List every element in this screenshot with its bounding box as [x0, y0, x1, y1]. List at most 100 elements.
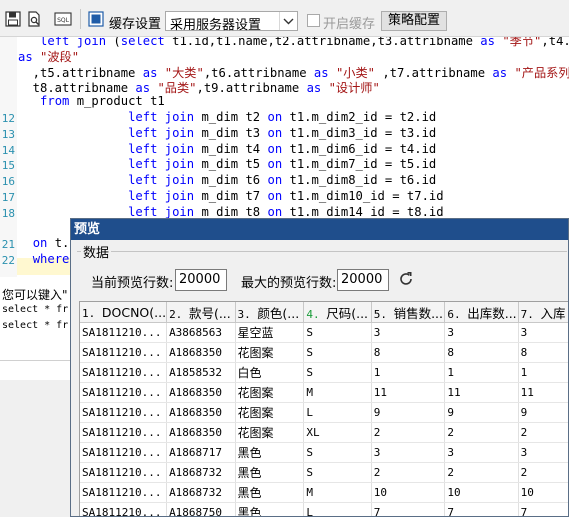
table-cell[interactable]: 3 [444, 322, 519, 343]
table-cell[interactable]: M [303, 382, 372, 403]
table-cell[interactable]: 8 [371, 342, 446, 363]
current-preview-rows-input[interactable]: 20000 [175, 269, 227, 291]
table-cell[interactable]: 1 [444, 362, 519, 383]
table-row[interactable]: SA1811210... A1868750 黑色 L 7 7 7 [80, 502, 568, 516]
table-cell[interactable]: A3868563 [166, 322, 236, 343]
enable-cache-checkbox[interactable] [307, 14, 320, 27]
command-history-item[interactable]: select * fr [2, 320, 68, 331]
table-row[interactable]: SA1811210... A1868350 花图案 XL 2 2 2 [80, 422, 568, 443]
table-cell[interactable]: SA1811210... [80, 442, 168, 463]
table-cell[interactable]: 星空蓝 [235, 322, 305, 343]
table-cell[interactable]: 7 [518, 502, 568, 516]
table-row[interactable]: SA1811210... A1868350 花图案 S 8 8 8 [80, 342, 568, 363]
table-cell[interactable]: A1868350 [166, 422, 236, 443]
table-cell[interactable]: 黑色 [235, 462, 305, 483]
table-cell[interactable]: 花图案 [235, 402, 305, 423]
table-cell[interactable]: SA1811210... [80, 382, 168, 403]
table-cell[interactable]: 3 [371, 442, 446, 463]
cache-mode-select[interactable]: 采用服务器设置 [165, 11, 298, 33]
column-header[interactable]: 5. 销售数... [371, 302, 446, 323]
table-cell[interactable]: 3 [518, 442, 568, 463]
table-cell[interactable]: A1868750 [166, 502, 236, 516]
table-cell[interactable]: 7 [371, 502, 446, 516]
table-cell[interactable]: 11 [371, 382, 446, 403]
table-cell[interactable]: A1868717 [166, 442, 236, 463]
table-cell[interactable]: 11 [518, 382, 568, 403]
table-cell[interactable]: A1868732 [166, 482, 236, 503]
table-cell[interactable]: S [303, 322, 372, 343]
column-header[interactable]: 6. 出库数... [444, 302, 519, 323]
policy-config-button[interactable]: 策略配置 [381, 11, 447, 31]
table-cell[interactable]: 2 [518, 422, 568, 443]
column-header[interactable]: 1. DOCNO(... [80, 302, 168, 323]
table-cell[interactable]: 10 [371, 482, 446, 503]
table-cell[interactable]: 2 [518, 462, 568, 483]
column-header[interactable]: 7. 入库 [518, 302, 568, 323]
refresh-icon[interactable] [398, 271, 414, 287]
table-cell[interactable]: SA1811210... [80, 482, 168, 503]
table-cell[interactable]: 10 [444, 482, 519, 503]
table-cell[interactable]: A1858532 [166, 362, 236, 383]
table-cell[interactable]: 9 [518, 402, 568, 423]
table-cell[interactable]: S [303, 442, 372, 463]
table-cell[interactable]: 1 [371, 362, 446, 383]
table-cell[interactable]: SA1811210... [80, 462, 168, 483]
table-row[interactable]: SA1811210... A1868732 黑色 M 10 10 10 [80, 482, 568, 503]
table-cell[interactable]: S [303, 342, 372, 363]
table-cell[interactable]: SA1811210... [80, 422, 168, 443]
table-cell[interactable]: L [303, 402, 372, 423]
table-cell[interactable]: 8 [444, 342, 519, 363]
save-icon[interactable] [5, 11, 21, 27]
table-cell[interactable]: A1868732 [166, 462, 236, 483]
preview-dialog-titlebar[interactable]: 预览 [71, 219, 568, 240]
table-cell[interactable]: 2 [371, 462, 446, 483]
column-header[interactable]: 2. 款号(... [166, 302, 236, 323]
table-cell[interactable]: SA1811210... [80, 342, 168, 363]
table-cell[interactable]: SA1811210... [80, 402, 168, 423]
table-cell[interactable]: 白色 [235, 362, 305, 383]
table-row[interactable]: SA1811210... A1868350 花图案 L 9 9 9 [80, 402, 568, 423]
table-row[interactable]: SA1811210... A3868563 星空蓝 S 3 3 3 [80, 322, 568, 343]
table-row[interactable]: SA1811210... A1868350 花图案 M 11 11 11 [80, 382, 568, 403]
table-row[interactable]: SA1811210... A1868732 黑色 S 2 2 2 [80, 462, 568, 483]
table-cell[interactable]: 1 [518, 362, 568, 383]
table-cell[interactable]: 10 [518, 482, 568, 503]
table-row[interactable]: SA1811210... A1858532 白色 S 1 1 1 [80, 362, 568, 383]
table-cell[interactable]: 花图案 [235, 422, 305, 443]
table-cell[interactable]: S [303, 362, 372, 383]
preview-data-grid[interactable]: 1. DOCNO(... 2. 款号(... 3. 颜色(... 4. 尺码(... 5… [79, 301, 568, 516]
table-cell[interactable]: 花图案 [235, 382, 305, 403]
table-cell[interactable]: XL [303, 422, 372, 443]
column-header[interactable]: 3. 颜色(... [235, 302, 305, 323]
table-cell[interactable]: 3 [444, 442, 519, 463]
table-cell[interactable]: 黑色 [235, 442, 305, 463]
table-cell[interactable]: 花图案 [235, 342, 305, 363]
command-history-item[interactable]: select * fr [2, 304, 68, 315]
table-cell[interactable]: L [303, 502, 372, 516]
column-header[interactable]: 4. 尺码(... [303, 302, 372, 323]
table-cell[interactable]: A1868350 [166, 402, 236, 423]
max-preview-rows-input[interactable]: 20000 [337, 269, 389, 291]
table-cell[interactable]: 2 [371, 422, 446, 443]
table-cell[interactable]: 3 [371, 322, 446, 343]
document-search-icon[interactable] [26, 11, 42, 27]
table-cell[interactable]: 8 [518, 342, 568, 363]
table-cell[interactable]: A1868350 [166, 382, 236, 403]
table-cell[interactable]: 2 [444, 422, 519, 443]
table-cell[interactable]: 黑色 [235, 482, 305, 503]
table-cell[interactable]: M [303, 482, 372, 503]
table-cell[interactable]: S [303, 462, 372, 483]
table-cell[interactable]: 7 [444, 502, 519, 516]
table-cell[interactable]: 9 [444, 402, 519, 423]
table-cell[interactable]: SA1811210... [80, 362, 168, 383]
sql-format-icon[interactable]: SQL [54, 11, 72, 27]
table-cell[interactable]: 3 [518, 322, 568, 343]
chevron-down-icon[interactable] [279, 12, 297, 30]
table-cell[interactable]: SA1811210... [80, 322, 168, 343]
table-cell[interactable]: 9 [371, 402, 446, 423]
table-cell[interactable]: 黑色 [235, 502, 305, 516]
table-cell[interactable]: 2 [444, 462, 519, 483]
table-cell[interactable]: A1868350 [166, 342, 236, 363]
table-row[interactable]: SA1811210... A1868717 黑色 S 3 3 3 [80, 442, 568, 463]
table-cell[interactable]: SA1811210... [80, 502, 168, 516]
